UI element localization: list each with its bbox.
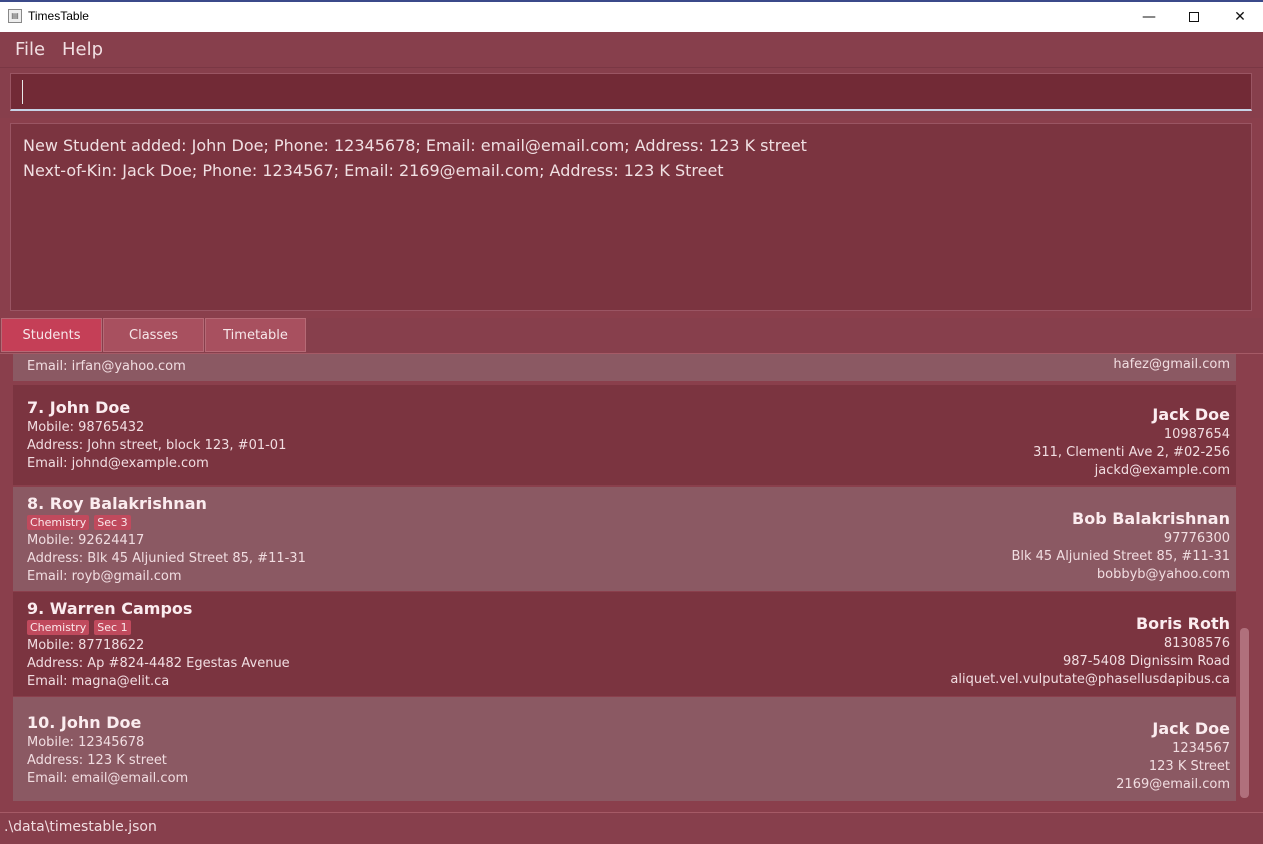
kin-name: Jack Doe bbox=[1152, 405, 1230, 424]
student-email: Email: email@email.com bbox=[27, 771, 189, 786]
list-scrollbar[interactable] bbox=[1240, 628, 1249, 798]
tab-bar: Students Classes Timetable bbox=[0, 318, 1263, 354]
student-tags: Chemistry Sec 3 bbox=[27, 515, 131, 530]
kin-phone: 81308576 bbox=[1163, 636, 1230, 651]
kin-email: bobbyb@yahoo.com bbox=[1096, 567, 1230, 582]
student-card[interactable]: 8. Roy Balakrishnan Chemistry Sec 3 Mobi… bbox=[13, 487, 1236, 591]
student-email: Email: magna@elit.ca bbox=[27, 674, 170, 689]
minimize-button[interactable]: — bbox=[1126, 2, 1172, 32]
student-email: Email: royb@gmail.com bbox=[27, 569, 182, 584]
student-mobile: Mobile: 12345678 bbox=[27, 735, 145, 750]
kin-address: 311, Clementi Ave 2, #02-256 bbox=[1033, 445, 1230, 460]
student-name: 7. John Doe bbox=[27, 398, 131, 417]
tab-students[interactable]: Students bbox=[1, 318, 102, 352]
kin-phone: 97776300 bbox=[1163, 531, 1230, 546]
student-address: Address: John street, block 123, #01-01 bbox=[27, 438, 287, 453]
window-title: TimesTable bbox=[28, 9, 89, 23]
text-caret bbox=[22, 80, 23, 104]
result-line-2: Next-of-Kin: Jack Doe; Phone: 1234567; E… bbox=[23, 161, 724, 180]
student-email: Email: johnd@example.com bbox=[27, 456, 209, 471]
command-input[interactable] bbox=[10, 73, 1252, 111]
kin-address: 123 K Street bbox=[1148, 759, 1230, 774]
kin-name: Boris Roth bbox=[1135, 614, 1230, 633]
tab-classes[interactable]: Classes bbox=[103, 318, 204, 352]
student-name: 10. John Doe bbox=[27, 713, 142, 732]
tag-level: Sec 1 bbox=[94, 620, 131, 635]
student-address: Address: Ap #824-4482 Egestas Avenue bbox=[27, 656, 290, 671]
student-mobile: Mobile: 98765432 bbox=[27, 420, 145, 435]
close-icon: ✕ bbox=[1234, 9, 1246, 25]
kin-email: jackd@example.com bbox=[1094, 463, 1230, 478]
app-icon: ▤ bbox=[8, 9, 22, 23]
maximize-icon bbox=[1189, 12, 1199, 22]
kin-phone: 1234567 bbox=[1172, 741, 1230, 756]
tab-timetable[interactable]: Timetable bbox=[205, 318, 306, 352]
student-card[interactable]: 7. John Doe Mobile: 98765432 Address: Jo… bbox=[13, 385, 1236, 485]
close-button[interactable]: ✕ bbox=[1217, 2, 1263, 32]
status-bar: .\data\timestable.json bbox=[0, 812, 1263, 844]
student-mobile: Mobile: 92624417 bbox=[27, 533, 145, 548]
student-list[interactable]: Email: irfan@yahoo.com hafez@gmail.com 7… bbox=[0, 354, 1263, 810]
tag-subject: Chemistry bbox=[27, 515, 90, 530]
kin-address: Blk 45 Aljunied Street 85, #11-31 bbox=[1011, 549, 1230, 564]
student-card[interactable]: Email: irfan@yahoo.com hafez@gmail.com bbox=[13, 354, 1236, 381]
kin-name: Bob Balakrishnan bbox=[1072, 509, 1230, 528]
kin-name: Jack Doe bbox=[1152, 719, 1230, 738]
student-address: Address: 123 K street bbox=[27, 753, 167, 768]
student-name: 9. Warren Campos bbox=[27, 599, 193, 618]
student-tags: Chemistry Sec 1 bbox=[27, 620, 131, 635]
student-mobile: Mobile: 87718622 bbox=[27, 638, 145, 653]
maximize-button[interactable] bbox=[1171, 2, 1217, 32]
student-address: Address: Blk 45 Aljunied Street 85, #11-… bbox=[27, 551, 306, 566]
kin-email: hafez@gmail.com bbox=[1113, 357, 1230, 372]
result-display: New Student added: John Doe; Phone: 1234… bbox=[10, 123, 1252, 311]
menu-help[interactable]: Help bbox=[62, 39, 103, 60]
kin-email: aliquet.vel.vulputate@phasellusdapibus.c… bbox=[950, 672, 1230, 687]
kin-address: 987-5408 Dignissim Road bbox=[1062, 654, 1230, 669]
student-card[interactable]: 10. John Doe Mobile: 12345678 Address: 1… bbox=[13, 697, 1236, 801]
menu-file[interactable]: File bbox=[15, 39, 45, 60]
menu-bar: File Help bbox=[0, 32, 1263, 68]
tag-subject: Chemistry bbox=[27, 620, 90, 635]
kin-phone: 10987654 bbox=[1163, 427, 1230, 442]
result-line-1: New Student added: John Doe; Phone: 1234… bbox=[23, 136, 807, 155]
data-file-path: .\data\timestable.json bbox=[4, 819, 157, 835]
window-title-bar: ▤ TimesTable — ✕ bbox=[0, 0, 1263, 32]
student-name: 8. Roy Balakrishnan bbox=[27, 494, 207, 513]
student-card[interactable]: 9. Warren Campos Chemistry Sec 1 Mobile:… bbox=[13, 592, 1236, 696]
student-email: Email: irfan@yahoo.com bbox=[27, 359, 186, 374]
command-box bbox=[0, 68, 1263, 118]
tag-level: Sec 3 bbox=[94, 515, 131, 530]
kin-email: 2169@email.com bbox=[1116, 777, 1230, 792]
minimize-icon: — bbox=[1142, 9, 1156, 25]
